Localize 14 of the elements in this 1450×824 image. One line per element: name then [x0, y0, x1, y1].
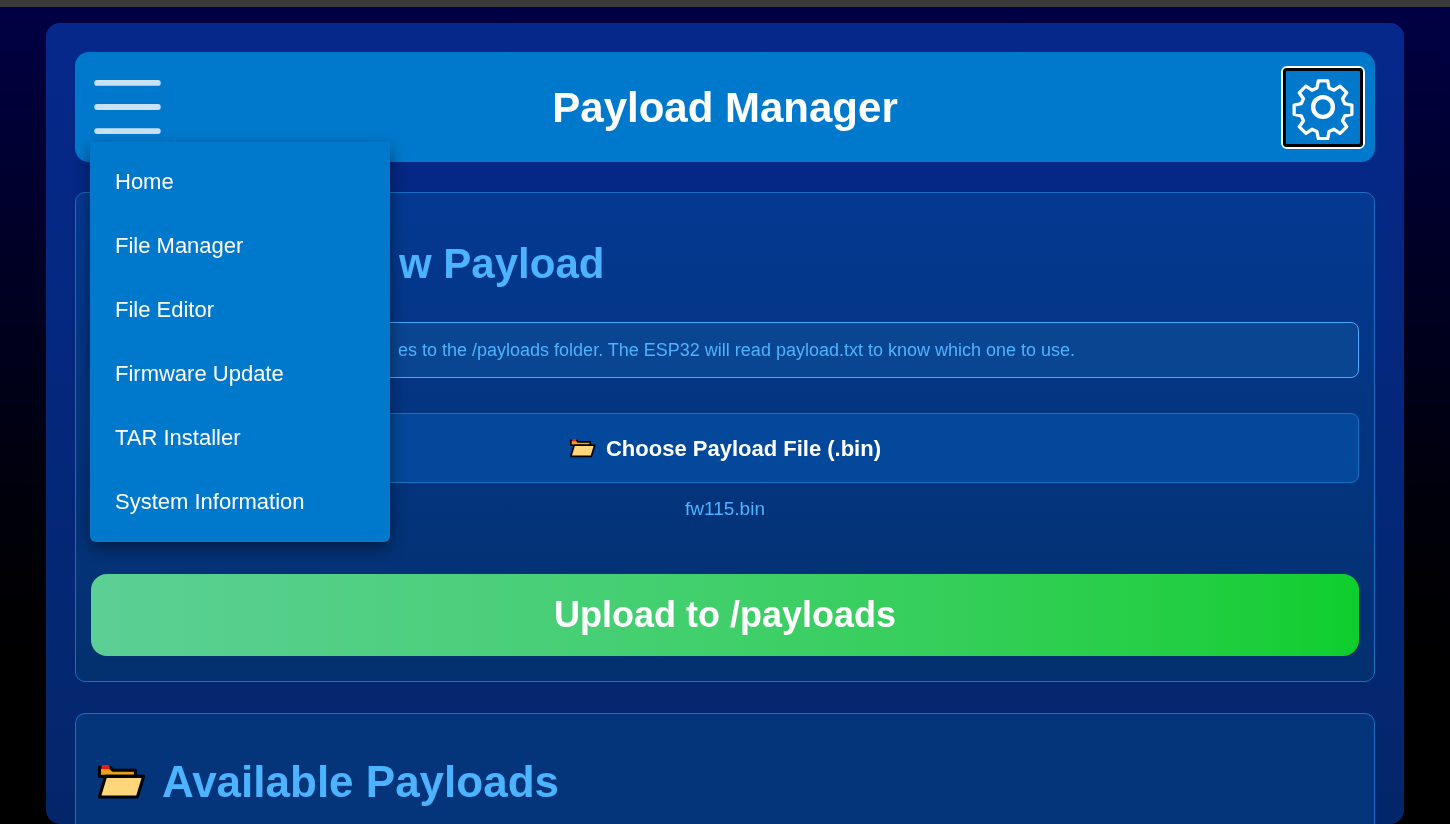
settings-button[interactable]	[1281, 65, 1365, 149]
section-title: w Payload	[399, 239, 605, 289]
menu-item[interactable]: File Editor	[90, 278, 390, 342]
menu-icon	[93, 80, 162, 134]
menu-button[interactable]	[93, 79, 162, 135]
folder-icon	[568, 438, 596, 458]
menu-item[interactable]: File Manager	[90, 214, 390, 278]
file-name: fw115.bin	[685, 498, 765, 519]
section-title: Available Payloads	[162, 755, 559, 808]
folder-icon	[96, 763, 146, 800]
page-title: Payload Manager	[552, 82, 898, 133]
info-text: es to the /payloads folder. The ESP32 will read payload.txt to know which one to use.	[398, 338, 1076, 362]
menu-item[interactable]: Home	[90, 150, 390, 214]
menu-item[interactable]: Firmware Update	[90, 342, 390, 406]
